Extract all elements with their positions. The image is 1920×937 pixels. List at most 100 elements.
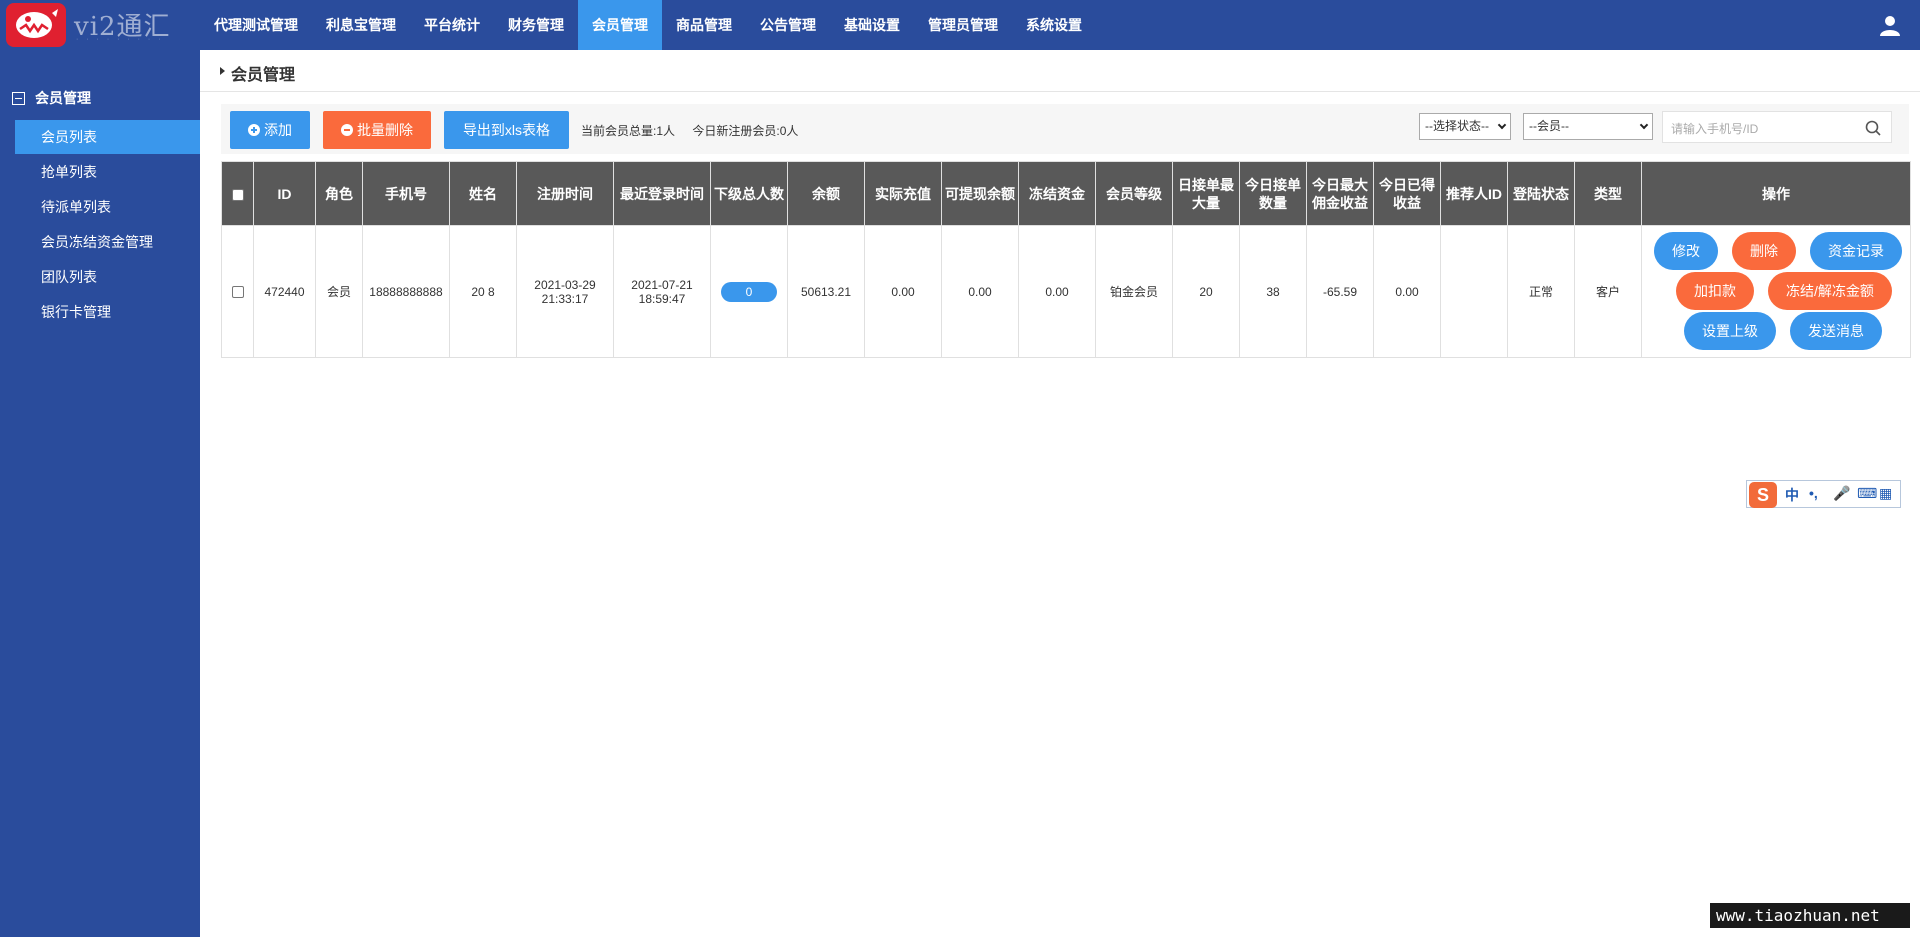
cell-recharge: 0.00 (864, 225, 942, 358)
nav-item-finance[interactable]: 财务管理 (494, 0, 578, 50)
nav-item-admins[interactable]: 管理员管理 (914, 0, 1012, 50)
select-all-checkbox[interactable] (231, 188, 244, 201)
fund-record-button[interactable]: 资金记录 (1810, 232, 1902, 270)
col-today-max-comm: 今日最大佣金收益 (1306, 161, 1374, 226)
new-today: 今日新注册会员:0人 (692, 124, 799, 138)
col-level: 会员等级 (1095, 161, 1173, 226)
adjust-funds-button[interactable]: 加扣款 (1676, 272, 1754, 310)
table-row: 472440 会员 18888888888 20 8 2021-03-29 21… (221, 225, 1911, 358)
col-reg-time: 注册时间 (516, 161, 614, 226)
sidebar-item-bank-cards[interactable]: 银行卡管理 (15, 295, 200, 329)
member-select[interactable]: --会员-- (1523, 113, 1653, 140)
member-stats: 当前会员总量:1人 今日新注册会员:0人 (581, 122, 812, 139)
export-xls-button[interactable]: 导出到xls表格 (444, 111, 569, 149)
action-group: 修改 删除 资金记录 加扣款 冻结/解冻金额 设置上级 发送消息 (1644, 226, 1908, 357)
row-select-cell (221, 225, 254, 358)
sidebar-item-pending-orders[interactable]: 待派单列表 (15, 190, 200, 224)
cell-referrer (1440, 225, 1508, 358)
microphone-icon[interactable]: 🎤 (1833, 485, 1850, 502)
nav-item-goods[interactable]: 商品管理 (662, 0, 746, 50)
sidebar-item-teams[interactable]: 团队列表 (15, 260, 200, 294)
col-daily-max: 日接单最大量 (1172, 161, 1240, 226)
grid-icon[interactable]: ▦ (1879, 485, 1892, 502)
freeze-funds-button[interactable]: 冻结/解冻金额 (1768, 272, 1892, 310)
col-role: 角色 (315, 161, 363, 226)
select-all-cell (221, 161, 254, 226)
edit-button[interactable]: 修改 (1654, 232, 1718, 270)
ime-logo-icon[interactable]: S (1749, 482, 1777, 508)
search-input[interactable]: 请输入手机号/ID (1662, 111, 1892, 143)
brand-sub: · · · · · · · · · (76, 36, 164, 43)
cell-frozen: 0.00 (1018, 225, 1096, 358)
nav-item-notice[interactable]: 公告管理 (746, 0, 830, 50)
page-title: 会员管理 (231, 67, 296, 84)
cell-withdrawable: 0.00 (941, 225, 1019, 358)
sub-count-badge[interactable]: 0 (721, 281, 777, 302)
logo[interactable]: vi2通汇 · · · · · · · · · (0, 0, 200, 50)
nav-item-agent-test[interactable]: 代理测试管理 (200, 0, 312, 50)
cell-today-earned: 0.00 (1373, 225, 1441, 358)
sidebar-group-label: 会员管理 (35, 90, 91, 106)
batch-delete-label: 批量删除 (357, 122, 413, 138)
login-date: 2021-07-21 (631, 277, 693, 292)
cell-actions: 修改 删除 资金记录 加扣款 冻结/解冻金额 设置上级 发送消息 (1641, 225, 1911, 358)
cell-balance: 50613.21 (787, 225, 865, 358)
cell-sub-count: 0 (710, 225, 788, 358)
plus-circle-icon (248, 124, 260, 136)
row-checkbox[interactable] (231, 286, 244, 299)
col-today-orders: 今日接单数量 (1239, 161, 1307, 226)
cell-login-status: 正常 (1507, 225, 1575, 358)
delete-button[interactable]: 删除 (1732, 232, 1796, 270)
batch-delete-button[interactable]: 批量删除 (323, 111, 431, 149)
ime-chinese-toggle[interactable]: 中 (1785, 485, 1799, 505)
ime-toolbar[interactable]: S 中 •, 🎤 ⌨ ▦ (1746, 480, 1901, 508)
search-icon[interactable] (1865, 120, 1881, 136)
logo-badge (6, 3, 66, 47)
nav-item-stats[interactable]: 平台统计 (410, 0, 494, 50)
cell-login-time: 2021-07-21 18:59:47 (613, 225, 711, 358)
add-button[interactable]: 添加 (230, 111, 310, 149)
sidebar-item-frozen-funds[interactable]: 会员冻结资金管理 (15, 225, 200, 259)
caret-right-icon (220, 67, 225, 75)
col-id: ID (253, 161, 316, 226)
col-sub-count: 下级总人数 (710, 161, 788, 226)
chevron-down-icon (1497, 120, 1507, 130)
nav-item-members[interactable]: 会员管理 (578, 0, 662, 50)
total-members: 当前会员总量:1人 (581, 124, 676, 138)
col-actions: 操作 (1641, 161, 1911, 226)
col-withdrawable: 可提现余额 (941, 161, 1019, 226)
nav-item-basic[interactable]: 基础设置 (830, 0, 914, 50)
minus-circle-icon (341, 124, 353, 136)
cell-name: 20 8 (449, 225, 517, 358)
cell-today-max-comm: -65.59 (1306, 225, 1374, 358)
reg-date: 2021-03-29 (534, 277, 596, 292)
watermark: www.tiaozhuan.net (1710, 903, 1910, 928)
sidebar-item-member-list[interactable]: 会员列表 (15, 120, 200, 154)
sidebar-items: 会员列表 抢单列表 待派单列表 会员冻结资金管理 团队列表 银行卡管理 (15, 120, 200, 330)
ime-punct-icon[interactable]: •, (1809, 485, 1818, 501)
nav-item-interest[interactable]: 利息宝管理 (312, 0, 410, 50)
status-select[interactable]: --选择状态-- (1419, 113, 1511, 140)
search-placeholder: 请输入手机号/ID (1671, 122, 1759, 136)
cell-id: 472440 (253, 225, 316, 358)
page-header: 会员管理 (200, 50, 1920, 92)
sidebar: 会员管理 会员列表 抢单列表 待派单列表 会员冻结资金管理 团队列表 银行卡管理 (0, 50, 200, 937)
col-type: 类型 (1574, 161, 1642, 226)
sidebar-item-grab-orders[interactable]: 抢单列表 (15, 155, 200, 189)
set-parent-button[interactable]: 设置上级 (1684, 312, 1776, 350)
cell-role: 会员 (315, 225, 363, 358)
send-message-button[interactable]: 发送消息 (1790, 312, 1882, 350)
status-select-value: --选择状态-- (1425, 119, 1489, 133)
col-name: 姓名 (449, 161, 517, 226)
nav-item-system[interactable]: 系统设置 (1012, 0, 1096, 50)
top-bar: vi2通汇 · · · · · · · · · 代理测试管理 利息宝管理 平台统… (0, 0, 1920, 50)
cell-level: 铂金会员 (1095, 225, 1173, 358)
table-header-row: ID 角色 手机号 姓名 注册时间 最近登录时间 下级总人数 余额 实际充值 可… (221, 161, 1911, 226)
sidebar-group-members[interactable]: 会员管理 (12, 88, 91, 108)
chevron-down-icon (1639, 120, 1649, 130)
user-icon[interactable] (1878, 13, 1902, 37)
collapse-icon[interactable] (12, 91, 25, 105)
cell-reg-time: 2021-03-29 21:33:17 (516, 225, 614, 358)
reg-time: 21:33:17 (541, 291, 589, 306)
keyboard-icon[interactable]: ⌨ (1857, 485, 1877, 502)
